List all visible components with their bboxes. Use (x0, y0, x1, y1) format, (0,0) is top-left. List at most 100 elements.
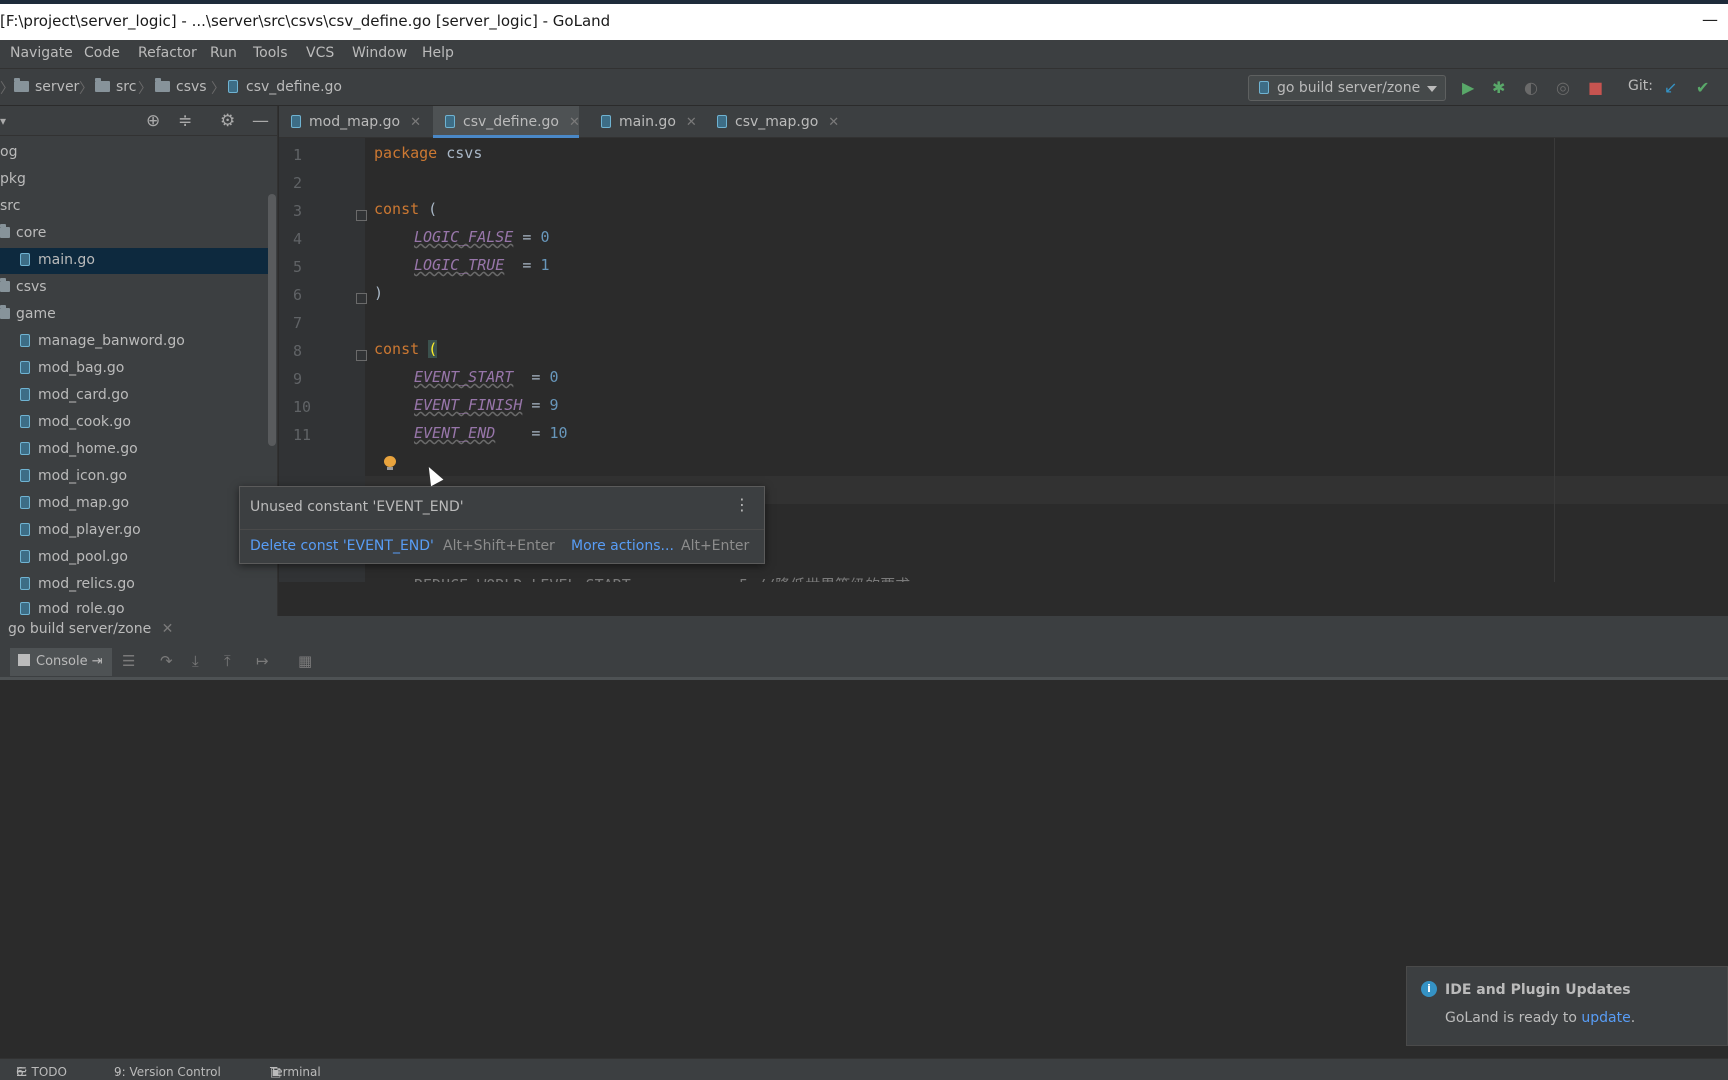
step-into-icon[interactable]: ⤓ (192, 652, 199, 670)
stop-icon[interactable]: ■ (1588, 78, 1603, 97)
fold-icon[interactable] (356, 350, 367, 361)
breadcrumb-separator-icon: 〉 (79, 81, 93, 97)
tree-item-manage-banword[interactable]: manage_banword.go (20, 333, 185, 349)
coverage-icon[interactable]: ◐ (1524, 78, 1538, 97)
lightbulb-icon[interactable] (384, 456, 396, 470)
locate-icon[interactable]: ⊕ (146, 111, 160, 131)
run-configuration-select[interactable]: go build server/zone (1248, 75, 1446, 101)
shortcut-label: Alt+Enter (681, 538, 750, 554)
gear-icon[interactable]: ⚙ (220, 111, 235, 131)
go-file-icon (601, 115, 611, 128)
chevron-down-icon[interactable]: ▾ (0, 114, 6, 128)
minimize-button[interactable]: — (1702, 10, 1718, 29)
number: 1 (540, 256, 550, 274)
tree-item-mod-cook[interactable]: mod_cook.go (20, 414, 131, 430)
tree-item-mod-home[interactable]: mod_home.go (20, 441, 138, 457)
console-tab[interactable]: Console ⇥ (10, 648, 112, 676)
tree-item-label: manage_banword.go (38, 333, 185, 349)
line-number: 4 (293, 230, 303, 248)
breadcrumb-label: src (116, 79, 137, 95)
tree-item-mod-role[interactable]: mod_role.go (20, 601, 125, 615)
line-number: 11 (293, 426, 312, 444)
tab-label: main.go (619, 114, 676, 130)
fold-icon[interactable] (356, 210, 367, 221)
tree-item-mod-bag[interactable]: mod_bag.go (20, 360, 124, 376)
navigation-bar: 〉 server 〉 src 〉 csvs 〉 csv_define.go go… (0, 68, 1728, 106)
tab-csv-define[interactable]: csv_define.go ✕ (433, 106, 580, 138)
profile-icon[interactable]: ◎ (1556, 78, 1570, 97)
close-icon[interactable]: ✕ (569, 115, 580, 130)
list-icon[interactable]: ☰ (122, 652, 135, 670)
run-to-cursor-icon[interactable]: ↦ (256, 652, 269, 670)
more-options-icon[interactable]: ⋮ (734, 495, 750, 514)
code-line: EVENT_FINISH = 9 (414, 396, 559, 414)
vcs-commit-icon[interactable]: ✔ (1696, 78, 1709, 97)
tree-item-label: mod_home.go (38, 441, 138, 457)
step-over-icon[interactable]: ↷ (160, 652, 173, 670)
tree-item-core[interactable]: core (0, 224, 46, 241)
breadcrumb-csvs[interactable]: csvs (155, 78, 207, 95)
tree-item-mod-player[interactable]: mod_player.go (20, 522, 141, 538)
constant-name: EVENT_START (414, 368, 514, 386)
menu-refactor[interactable]: Refactor (138, 45, 197, 61)
go-file-icon (20, 361, 30, 374)
tree-item-main-go[interactable]: main.go (0, 248, 268, 274)
go-file-icon (20, 334, 30, 347)
menu-tools[interactable]: Tools (253, 45, 288, 61)
menu-run[interactable]: Run (210, 45, 237, 61)
tree-item-mod-map[interactable]: mod_map.go (20, 495, 129, 511)
project-scrollbar[interactable] (268, 194, 276, 446)
folder-icon (0, 224, 10, 238)
fold-icon[interactable] (356, 293, 367, 304)
close-icon[interactable]: ✕ (686, 115, 697, 130)
tree-item-mod-pool[interactable]: mod_pool.go (20, 549, 128, 565)
tab-csv-map[interactable]: csv_map.go ✕ (717, 106, 847, 138)
code-line: package csvs (374, 144, 482, 162)
run-icon[interactable]: ▶ (1462, 78, 1474, 97)
debug-icon[interactable]: ✱ (1492, 78, 1505, 97)
tab-main-go[interactable]: main.go ✕ (601, 106, 713, 138)
folder-icon (0, 305, 10, 319)
more-actions-link[interactable]: More actions... (571, 538, 674, 554)
close-icon[interactable]: ✕ (410, 115, 421, 130)
tree-item-csvs[interactable]: csvs (0, 278, 47, 295)
menu-window[interactable]: Window (352, 45, 407, 61)
menu-help[interactable]: Help (422, 45, 454, 61)
pin-icon[interactable]: ⇥ (92, 654, 103, 669)
hide-icon[interactable]: — (252, 111, 269, 131)
run-tab[interactable]: go build server/zone ✕ (8, 621, 173, 637)
vcs-update-icon[interactable]: ↙ (1664, 78, 1677, 97)
close-icon[interactable]: ✕ (828, 115, 839, 130)
table-icon[interactable]: ▦ (298, 652, 312, 670)
tree-item-mod-card[interactable]: mod_card.go (20, 387, 129, 403)
tree-item-og[interactable]: og (0, 144, 17, 160)
tree-item-label: mod_pool.go (38, 549, 128, 565)
folder-icon (0, 278, 10, 292)
breadcrumb-server[interactable]: server (14, 78, 80, 95)
tree-item-src[interactable]: src (0, 198, 20, 214)
go-file-icon (20, 577, 30, 590)
menu-code[interactable]: Code (84, 45, 120, 61)
title-bar: [F:\project\server_logic] - ...\server\s… (0, 0, 1728, 40)
editor-tabs: mod_map.go ✕ csv_define.go ✕ main.go ✕ csv_… (279, 106, 1728, 138)
tree-item-mod-icon[interactable]: mod_icon.go (20, 468, 127, 484)
step-out-icon[interactable]: ⤒ (224, 652, 231, 670)
right-margin-guide (1554, 138, 1555, 582)
collapse-all-icon[interactable]: ≑ (178, 111, 192, 131)
tree-item-pkg[interactable]: pkg (0, 171, 26, 187)
breadcrumb-label: server (35, 79, 80, 95)
close-icon[interactable]: ✕ (162, 621, 174, 637)
intention-popup: Unused constant 'EVENT_END' ⋮ Delete con… (239, 486, 765, 564)
menu-vcs[interactable]: VCS (306, 45, 334, 61)
tab-mod-map[interactable]: mod_map.go ✕ (291, 106, 425, 138)
menu-navigate[interactable]: Navigate (10, 45, 73, 61)
update-link[interactable]: update (1581, 1010, 1630, 1026)
delete-const-action[interactable]: Delete const 'EVENT_END' (250, 538, 434, 554)
constant-name: LOGIC_FALSE (414, 228, 514, 246)
tree-item-game[interactable]: game (0, 305, 56, 322)
run-tab-label: go build server/zone (8, 621, 152, 637)
tree-item-mod-relics[interactable]: mod_relics.go (20, 576, 135, 592)
breadcrumb-src[interactable]: src (95, 78, 137, 95)
run-tabs: go build server/zone ✕ (0, 616, 1728, 644)
breadcrumb-file[interactable]: csv_define.go (228, 79, 342, 95)
